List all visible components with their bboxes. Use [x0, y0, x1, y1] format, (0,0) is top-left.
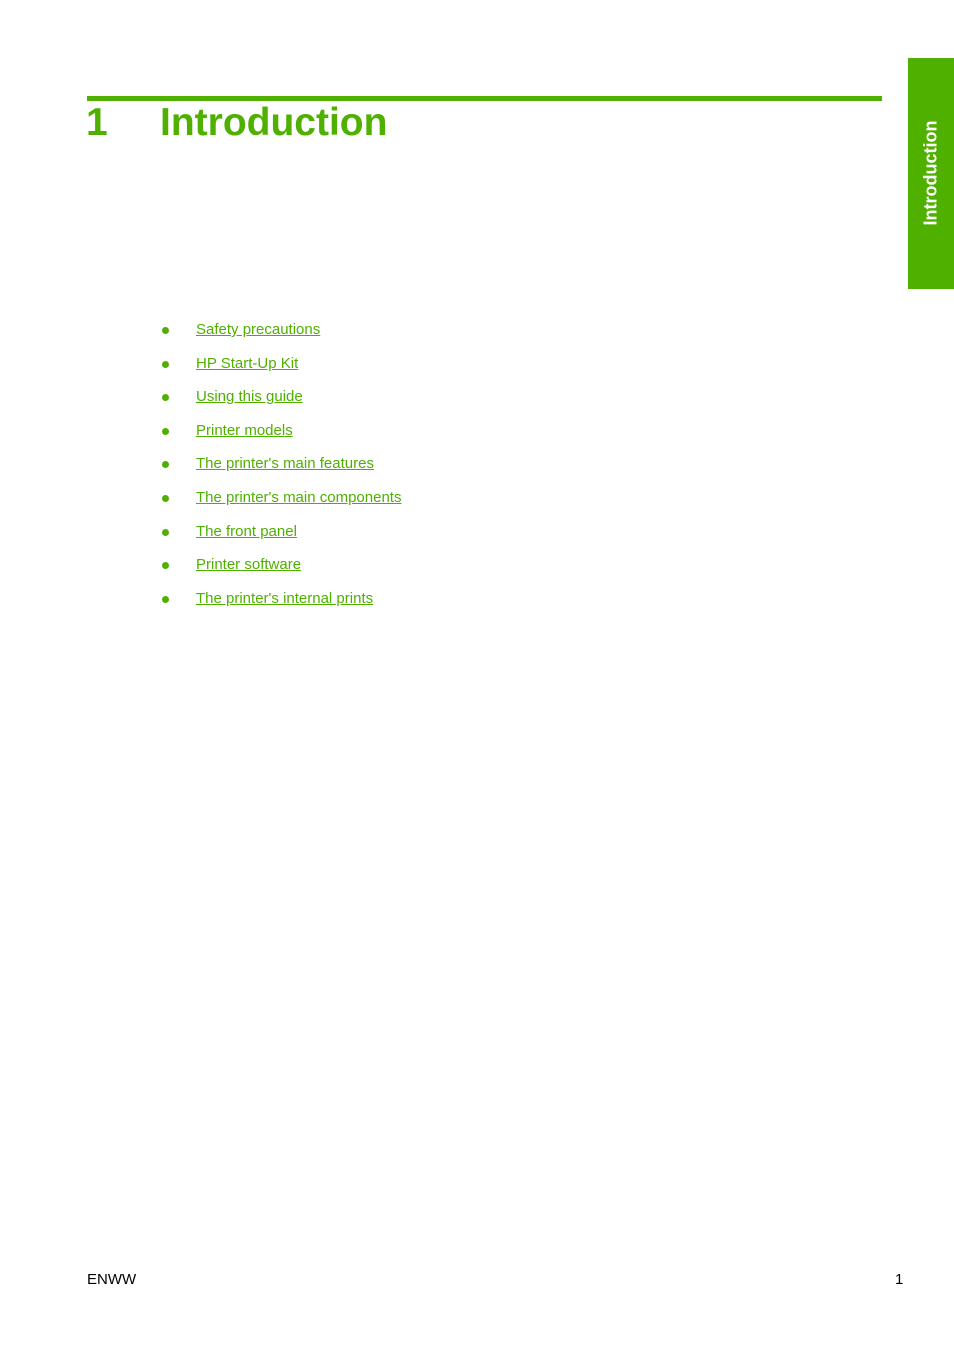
footer-locale-code: ENWW [87, 1271, 137, 1288]
toc-link-front-panel[interactable]: The front panel [196, 522, 297, 542]
toc-link-hp-start-up-kit[interactable]: HP Start-Up Kit [196, 354, 298, 374]
toc-link-main-components[interactable]: The printer's main components [196, 488, 401, 508]
bullet-icon [162, 327, 169, 334]
toc-link-printer-models[interactable]: Printer models [196, 421, 293, 441]
bullet-icon [162, 427, 169, 435]
bullet-icon [162, 360, 169, 368]
toc-link-main-features[interactable]: The printer's main features [196, 454, 374, 474]
toc-link-internal-prints[interactable]: The printer's internal prints [196, 589, 373, 609]
toc-link-using-this-guide[interactable]: Using this guide [196, 387, 303, 407]
chapter-number: 1 [86, 101, 108, 144]
bullet-icon [162, 562, 169, 570]
chapter-title: Introduction [160, 101, 388, 144]
bullet-icon [162, 461, 169, 469]
bullet-icon [162, 494, 169, 502]
bullet-icon [162, 528, 169, 536]
chapter-side-tab: Introduction [908, 58, 954, 289]
toc-link-printer-software[interactable]: Printer software [196, 555, 301, 575]
footer-page-number: 1 [895, 1271, 904, 1288]
bullet-icon [162, 394, 169, 402]
bullet-icon [162, 595, 169, 603]
toc-link-safety-precautions[interactable]: Safety precautions [196, 320, 320, 340]
side-tab-label: Introduction [920, 120, 941, 226]
